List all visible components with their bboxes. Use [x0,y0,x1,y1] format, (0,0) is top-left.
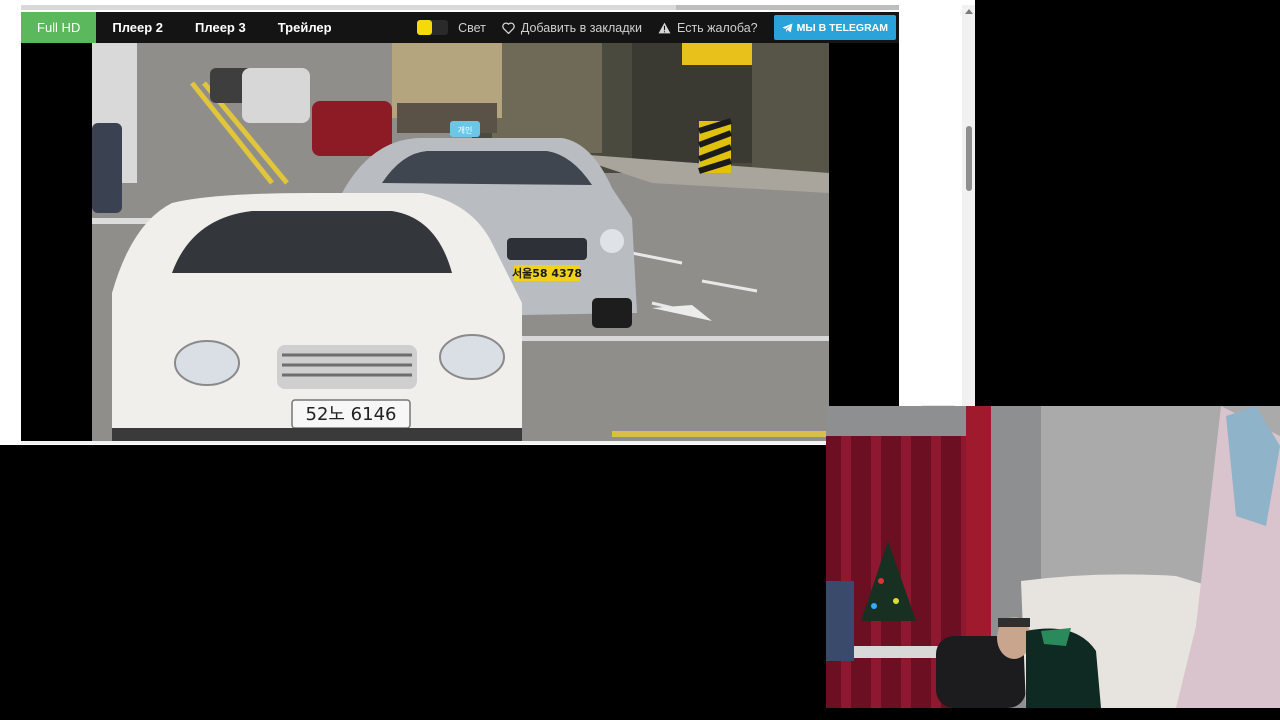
video-progress-bar[interactable] [21,441,899,444]
video-frame[interactable]: 서울58 4378 개인 52노 6146 [92,43,829,442]
complaint-label: Есть жалоба? [677,20,758,35]
page-scrollbar[interactable] [962,5,975,445]
tab-full-hd[interactable]: Full HD [21,12,97,43]
telegram-label: МЫ В TELEGRAM [796,21,888,34]
scroll-up-arrow-icon[interactable] [965,9,973,14]
horizontal-scrollbar[interactable] [21,5,899,10]
video-scene: 서울58 4378 개인 52노 6146 [92,43,829,442]
horizontal-scrollbar-thumb[interactable] [676,5,899,10]
telegram-button[interactable]: МЫ В TELEGRAM [773,15,896,40]
tab-trailer[interactable]: Трейлер [262,12,348,43]
telegram-icon [782,22,793,33]
light-toggle-knob [417,20,433,35]
taxi-roof-sign: 개인 [458,125,473,135]
page-scrollbar-thumb[interactable] [966,126,972,191]
bookmark-button[interactable]: Добавить в закладки [502,21,642,35]
bookmark-label: Добавить в закладки [520,20,642,35]
sedan-license-plate: 52노 6146 [306,404,397,425]
light-label: Свет [458,20,486,35]
webcam-scene [826,406,1280,708]
tab-player-2[interactable]: Плеер 2 [96,12,179,43]
player-toolbar: Full HD Плеер 2 Плеер 3 Трейлер Свет Доб… [21,12,899,43]
warning-icon [658,22,671,33]
tab-player-3[interactable]: Плеер 3 [179,12,262,43]
complaint-button[interactable]: Есть жалоба? [658,21,758,35]
webcam-overlay [826,406,1280,708]
light-toggle-control[interactable]: Свет [417,20,486,35]
taxi-license-plate: 서울58 4378 [512,266,582,280]
video-player[interactable]: 서울58 4378 개인 52노 6146 [21,43,899,442]
light-toggle-switch[interactable] [417,20,449,35]
heart-icon [502,21,515,34]
